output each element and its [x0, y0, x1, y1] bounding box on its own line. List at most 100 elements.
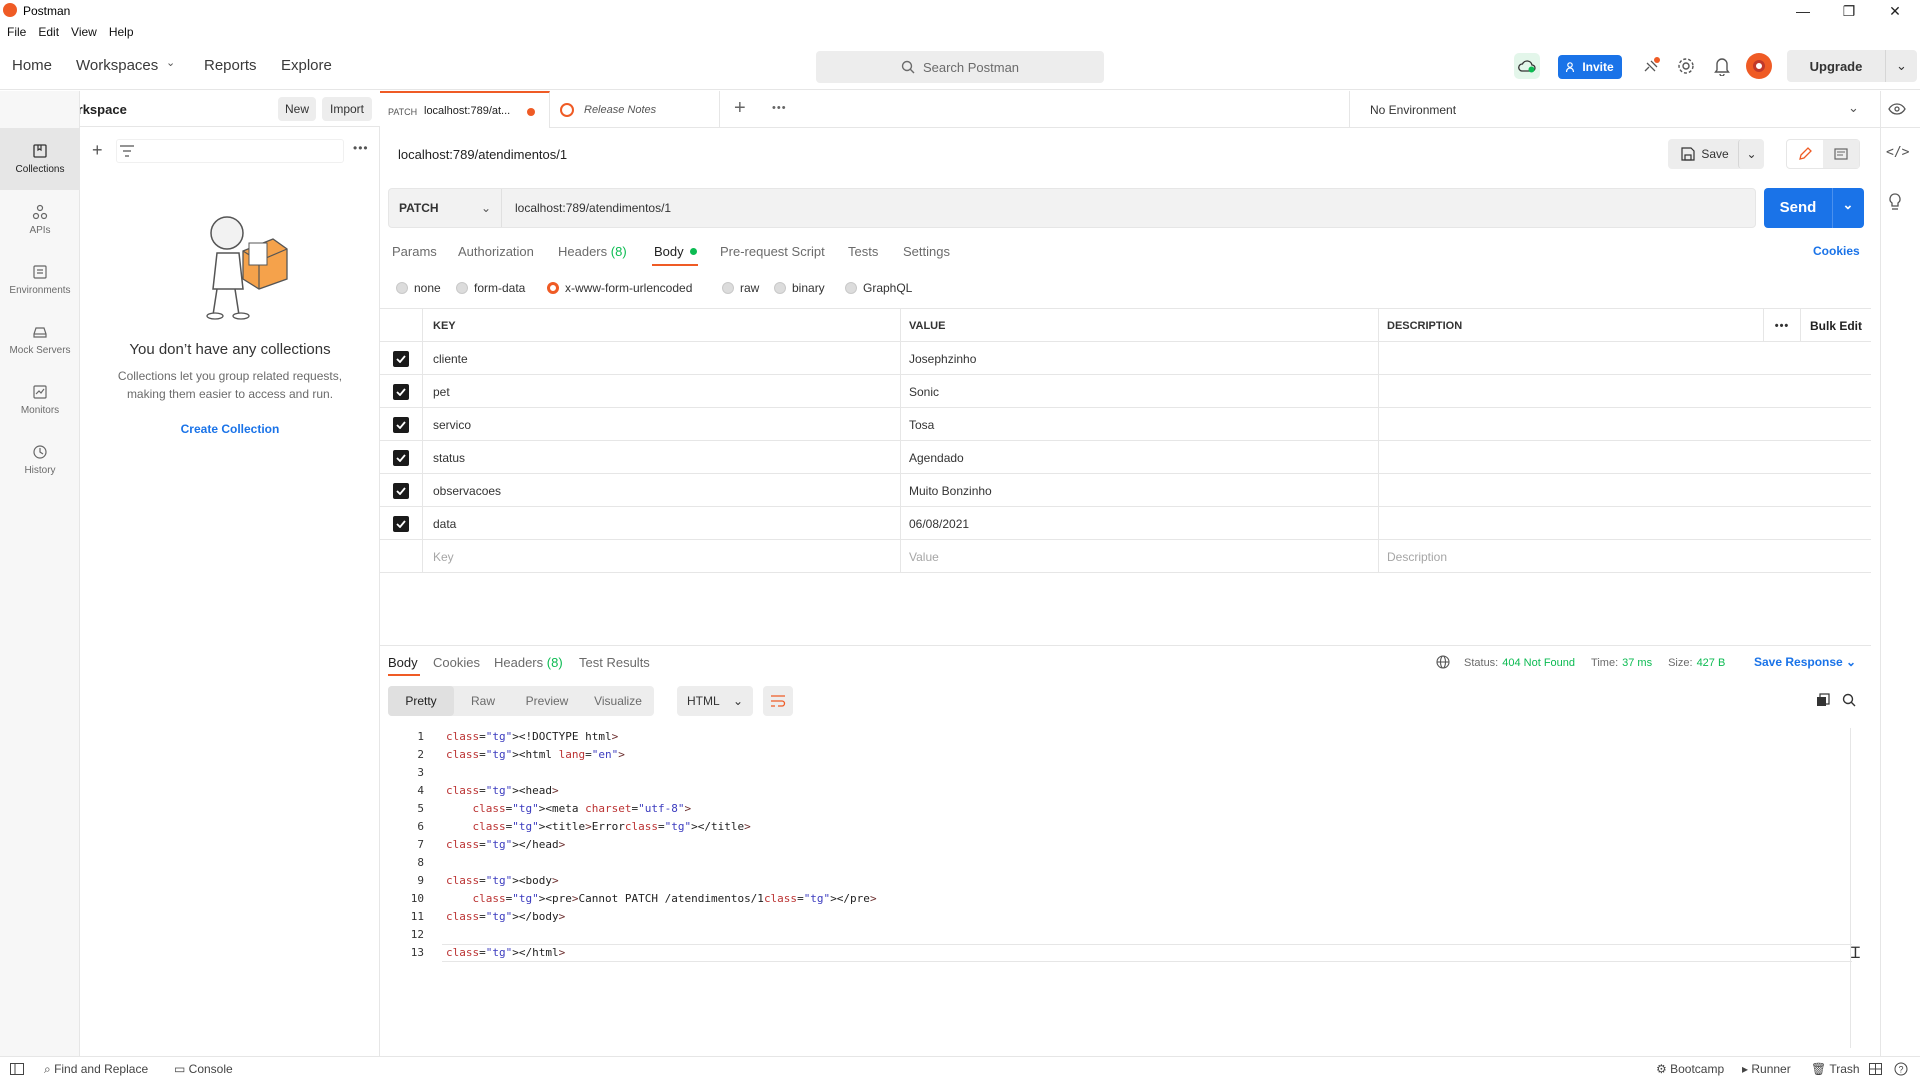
row-key[interactable]: servico — [423, 408, 901, 441]
add-collection-icon[interactable]: + — [92, 140, 103, 161]
wrap-lines-button[interactable] — [763, 686, 793, 716]
chevron-down-icon[interactable]: ⌄ — [1848, 100, 1859, 116]
nav-explore[interactable]: Explore — [281, 57, 332, 74]
row-value[interactable]: Tosa — [901, 408, 1379, 441]
rail-item-history[interactable]: History — [0, 432, 80, 488]
collections-search-input[interactable] — [116, 139, 344, 163]
trash-button[interactable]: 🗑 Trash — [1811, 1062, 1860, 1076]
more-options-icon[interactable]: ••• — [353, 141, 369, 155]
save-response-button[interactable]: Save Response ⌄ — [1754, 655, 1856, 669]
documentation-icon[interactable] — [1823, 140, 1859, 168]
row-description[interactable] — [1379, 342, 1871, 375]
new-description-input[interactable]: Description — [1379, 540, 1871, 573]
lightbulb-icon[interactable] — [1888, 193, 1902, 211]
sync-status-icon[interactable] — [1514, 53, 1540, 79]
radio-form-data[interactable]: form-data — [456, 281, 525, 295]
copy-icon[interactable] — [1816, 693, 1830, 707]
bootcamp-button[interactable]: ⚙ Bootcamp — [1656, 1062, 1724, 1076]
tab-authorization[interactable]: Authorization — [458, 244, 534, 259]
radio-graphql[interactable]: GraphQL — [845, 281, 912, 295]
nav-workspaces[interactable]: Workspaces — [76, 57, 158, 74]
tab-headers[interactable]: Headers (8) — [558, 244, 627, 259]
tab-params[interactable]: Params — [392, 244, 437, 259]
row-description[interactable] — [1379, 375, 1871, 408]
request-name[interactable]: localhost:789/atendimentos/1 — [398, 147, 567, 162]
radio-none[interactable]: none — [396, 281, 441, 295]
edit-mode-pencil-icon[interactable] — [1787, 140, 1823, 168]
nav-reports[interactable]: Reports — [204, 57, 257, 74]
radio-binary[interactable]: binary — [774, 281, 825, 295]
menu-help[interactable]: Help — [109, 25, 134, 39]
notifications-bell-icon[interactable] — [1713, 56, 1731, 76]
row-key[interactable]: pet — [423, 375, 901, 408]
response-tab-test-results[interactable]: Test Results — [579, 655, 650, 670]
column-options-icon[interactable]: ••• — [1764, 309, 1801, 342]
rail-item-apis[interactable]: APIs — [0, 192, 80, 248]
row-checkbox[interactable] — [380, 474, 423, 507]
rail-item-monitors[interactable]: Monitors — [0, 372, 80, 428]
row-value[interactable]: Agendado — [901, 441, 1379, 474]
save-options-dropdown[interactable]: ⌄ — [1738, 139, 1764, 169]
rail-item-mock-servers[interactable]: Mock Servers — [0, 312, 80, 368]
row-value[interactable]: 06/08/2021 — [901, 507, 1379, 540]
tab-patch-request[interactable]: PATCH localhost:789/at... — [380, 91, 550, 128]
view-preview[interactable]: Preview — [512, 694, 582, 708]
rail-item-environments[interactable]: Environments — [0, 252, 80, 308]
satellite-icon[interactable] — [1642, 56, 1662, 76]
view-visualize[interactable]: Visualize — [582, 694, 654, 708]
environment-selector[interactable]: No Environment — [1370, 103, 1456, 117]
tab-tests[interactable]: Tests — [848, 244, 878, 259]
row-checkbox[interactable] — [380, 408, 423, 441]
row-description[interactable] — [1379, 474, 1871, 507]
row-key[interactable]: cliente — [423, 342, 901, 375]
send-options-chevron-icon[interactable]: ⌄ — [1836, 197, 1860, 213]
response-tab-headers[interactable]: Headers (8) — [494, 655, 563, 670]
row-checkbox[interactable] — [380, 375, 423, 408]
row-description[interactable] — [1379, 441, 1871, 474]
send-button[interactable]: Send ⌄ — [1764, 188, 1864, 228]
method-select[interactable]: PATCH ⌄ — [389, 189, 502, 227]
row-checkbox[interactable] — [380, 342, 423, 375]
row-value[interactable]: Josephzinho — [901, 342, 1379, 375]
row-checkbox[interactable] — [380, 441, 423, 474]
response-tab-cookies[interactable]: Cookies — [433, 655, 480, 670]
runner-button[interactable]: ▸ Runner — [1742, 1062, 1791, 1076]
close-window-button[interactable]: ✕ — [1872, 0, 1918, 22]
eye-icon[interactable] — [1888, 103, 1906, 115]
chevron-down-icon[interactable]: ⌄ — [166, 56, 175, 69]
view-pretty[interactable]: Pretty — [388, 686, 454, 716]
view-raw[interactable]: Raw — [454, 694, 512, 708]
row-checkbox[interactable] — [380, 507, 423, 540]
tab-pre-request-script[interactable]: Pre-request Script — [720, 244, 825, 259]
tab-body[interactable]: Body — [654, 244, 697, 259]
new-key-input[interactable]: Key — [423, 540, 901, 573]
search-input[interactable]: Search Postman — [816, 51, 1104, 83]
row-description[interactable] — [1379, 507, 1871, 540]
more-tabs-icon[interactable]: ••• — [772, 102, 787, 114]
tab-settings[interactable]: Settings — [903, 244, 950, 259]
rail-item-collections[interactable]: Collections — [0, 128, 80, 190]
invite-button[interactable]: Invite — [1558, 55, 1622, 79]
new-value-input[interactable]: Value — [901, 540, 1379, 573]
row-value[interactable]: Muito Bonzinho — [901, 474, 1379, 507]
row-key[interactable]: data — [423, 507, 901, 540]
menu-file[interactable]: File — [7, 25, 26, 39]
url-input[interactable]: localhost:789/atendimentos/1 — [515, 201, 671, 215]
bulk-edit-button[interactable]: Bulk Edit — [1801, 309, 1871, 342]
restore-button[interactable]: ❐ — [1826, 0, 1872, 22]
help-icon[interactable]: ? — [1894, 1062, 1908, 1076]
upgrade-button[interactable]: Upgrade ⌄ — [1787, 50, 1917, 82]
response-tab-body[interactable]: Body — [388, 655, 418, 670]
search-response-icon[interactable] — [1842, 693, 1856, 707]
settings-icon[interactable] — [1677, 57, 1695, 75]
row-key[interactable]: observacoes — [423, 474, 901, 507]
toggle-sidebar-icon[interactable] — [10, 1063, 24, 1075]
editor-scrollbar[interactable] — [1850, 728, 1851, 1048]
nav-home[interactable]: Home — [12, 57, 52, 74]
save-button[interactable]: Save — [1668, 139, 1742, 169]
layout-icon[interactable] — [1869, 1063, 1882, 1075]
new-button[interactable]: New — [278, 97, 316, 121]
radio-x-www-form-urlencoded[interactable]: x-www-form-urlencoded — [547, 281, 692, 295]
minimize-button[interactable]: — — [1780, 0, 1826, 22]
format-select[interactable]: HTML ⌄ — [677, 686, 753, 716]
